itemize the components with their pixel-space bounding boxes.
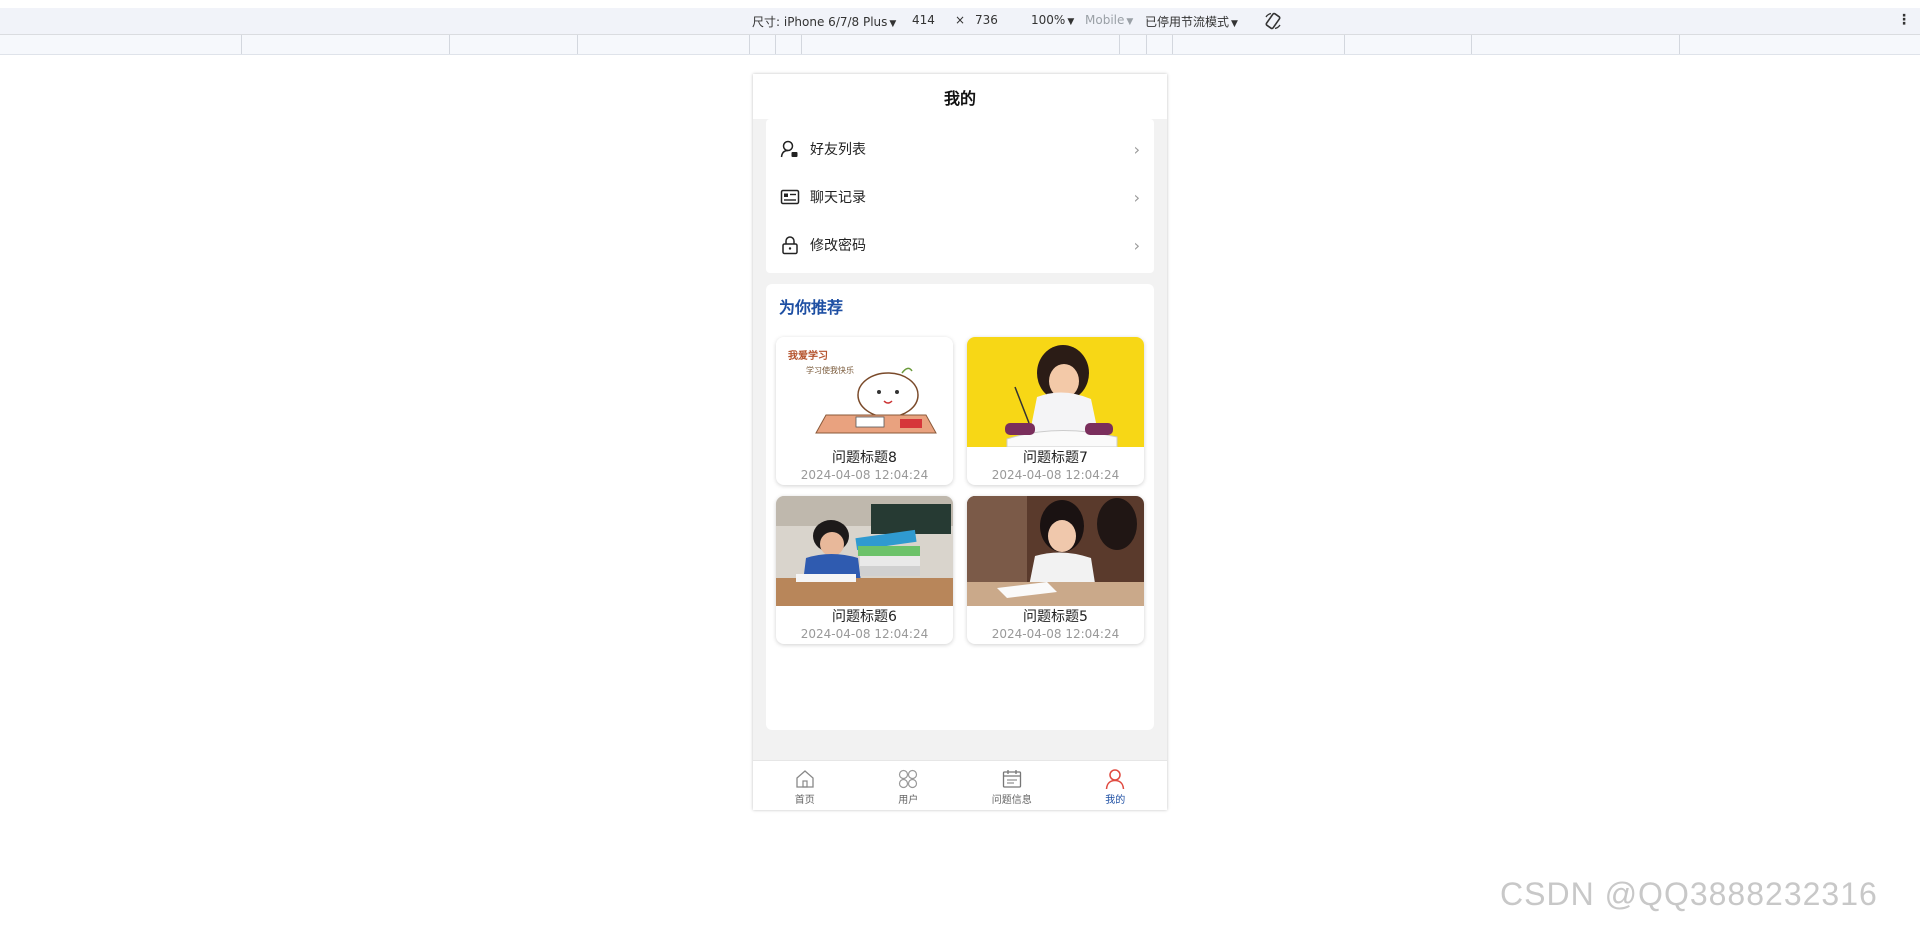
post-thumbnail (776, 496, 953, 606)
menu-item-change-password[interactable]: 修改密码 › (766, 221, 1154, 269)
tab-questions[interactable]: 问题信息 (960, 761, 1064, 810)
height-input[interactable]: 736 (975, 13, 998, 27)
tab-bar: 首页 用户 问题信息 我的 (753, 760, 1167, 810)
chat-record-icon (779, 186, 801, 208)
post-title: 问题标题7 (1023, 450, 1088, 466)
grid-icon (899, 769, 918, 789)
menu-card: 好友列表 › 聊天记录 › 修改密码 › (766, 119, 1154, 273)
device-type-label: Mobile (1085, 13, 1125, 27)
post-date: 2024-04-08 12:04:24 (800, 468, 929, 482)
calendar-icon (1002, 770, 1021, 788)
menu-item-chat-records[interactable]: 聊天记录 › (766, 173, 1154, 221)
watermark: CSDN @QQ3888232316 (1500, 876, 1878, 912)
svg-text:我爱学习: 我爱学习 (788, 349, 828, 362)
menu-item-label: 聊天记录 (810, 190, 866, 206)
media-query-ruler[interactable] (0, 35, 1920, 55)
post-card[interactable]: 我爱学习 学习使我快乐 问题标题8 2024-04-08 12:04:24 (776, 337, 953, 485)
page-title: 我的 (753, 74, 1167, 119)
tab-home[interactable]: 首页 (753, 761, 857, 810)
home-icon (796, 770, 814, 788)
throttle-label: 已停用节流模式 (1145, 15, 1230, 29)
menu-item-label: 修改密码 (810, 238, 866, 254)
post-title: 问题标题5 (1023, 609, 1088, 625)
post-thumbnail: 我爱学习 学习使我快乐 (776, 337, 953, 447)
device-label: 尺寸: iPhone 6/7/8 Plus (752, 15, 888, 29)
post-thumbnail (967, 337, 1144, 447)
chevron-right-icon: › (1133, 235, 1140, 255)
dimension-separator: × (955, 13, 966, 27)
post-card[interactable]: 问题标题7 2024-04-08 12:04:24 (967, 337, 1144, 485)
rotate-icon[interactable] (1263, 11, 1283, 31)
tab-label: 用户 (898, 795, 919, 806)
post-date: 2024-04-08 12:04:24 (991, 468, 1120, 482)
recommend-title: 为你推荐 (779, 298, 844, 317)
tab-label: 问题信息 (991, 795, 1032, 806)
post-date: 2024-04-08 12:04:24 (991, 627, 1120, 641)
chevron-right-icon: › (1133, 187, 1140, 207)
zoom-select[interactable]: 100% ▼ (1031, 13, 1074, 27)
device-select[interactable]: 尺寸: iPhone 6/7/8 Plus ▼ (752, 13, 896, 30)
post-title: 问题标题6 (832, 609, 897, 625)
lock-icon (779, 234, 801, 256)
user-list-icon (779, 138, 801, 160)
post-card[interactable]: 问题标题5 2024-04-08 12:04:24 (967, 496, 1144, 644)
device-type-select[interactable]: Mobile ▼ (1085, 13, 1133, 27)
post-card[interactable]: 问题标题6 2024-04-08 12:04:24 (776, 496, 953, 644)
tab-users[interactable]: 用户 (857, 761, 961, 810)
devtools-device-toolbar: 尺寸: iPhone 6/7/8 Plus ▼ 414 × 736 100% ▼ M… (0, 8, 1920, 35)
svg-text:学习使我快乐: 学习使我快乐 (806, 365, 854, 375)
zoom-label: 100% (1031, 13, 1066, 27)
menu-item-friends[interactable]: 好友列表 › (766, 125, 1154, 173)
recommend-section: 为你推荐 我爱学习 学习使我快乐 问题标题8 2024-04-08 12:04:… (766, 284, 1154, 730)
person-icon (1106, 769, 1125, 790)
post-thumbnail (967, 496, 1144, 606)
tab-label: 我的 (1105, 795, 1126, 806)
post-date: 2024-04-08 12:04:24 (800, 627, 929, 641)
phone-viewport: 我的 好友列表 › 聊天记录 › 修改密码 › 为你推荐 我爱学习 学习使我快乐… (753, 74, 1167, 810)
kebab-icon[interactable]: ⋮ (1897, 13, 1911, 27)
throttle-select[interactable]: 已停用节流模式 ▼ (1145, 13, 1238, 30)
post-title: 问题标题8 (832, 450, 897, 466)
menu-item-label: 好友列表 (810, 142, 866, 158)
chevron-right-icon: › (1133, 139, 1140, 159)
width-input[interactable]: 414 (912, 13, 935, 27)
tab-mine[interactable]: 我的 (1064, 761, 1168, 810)
tab-label: 首页 (794, 795, 815, 806)
